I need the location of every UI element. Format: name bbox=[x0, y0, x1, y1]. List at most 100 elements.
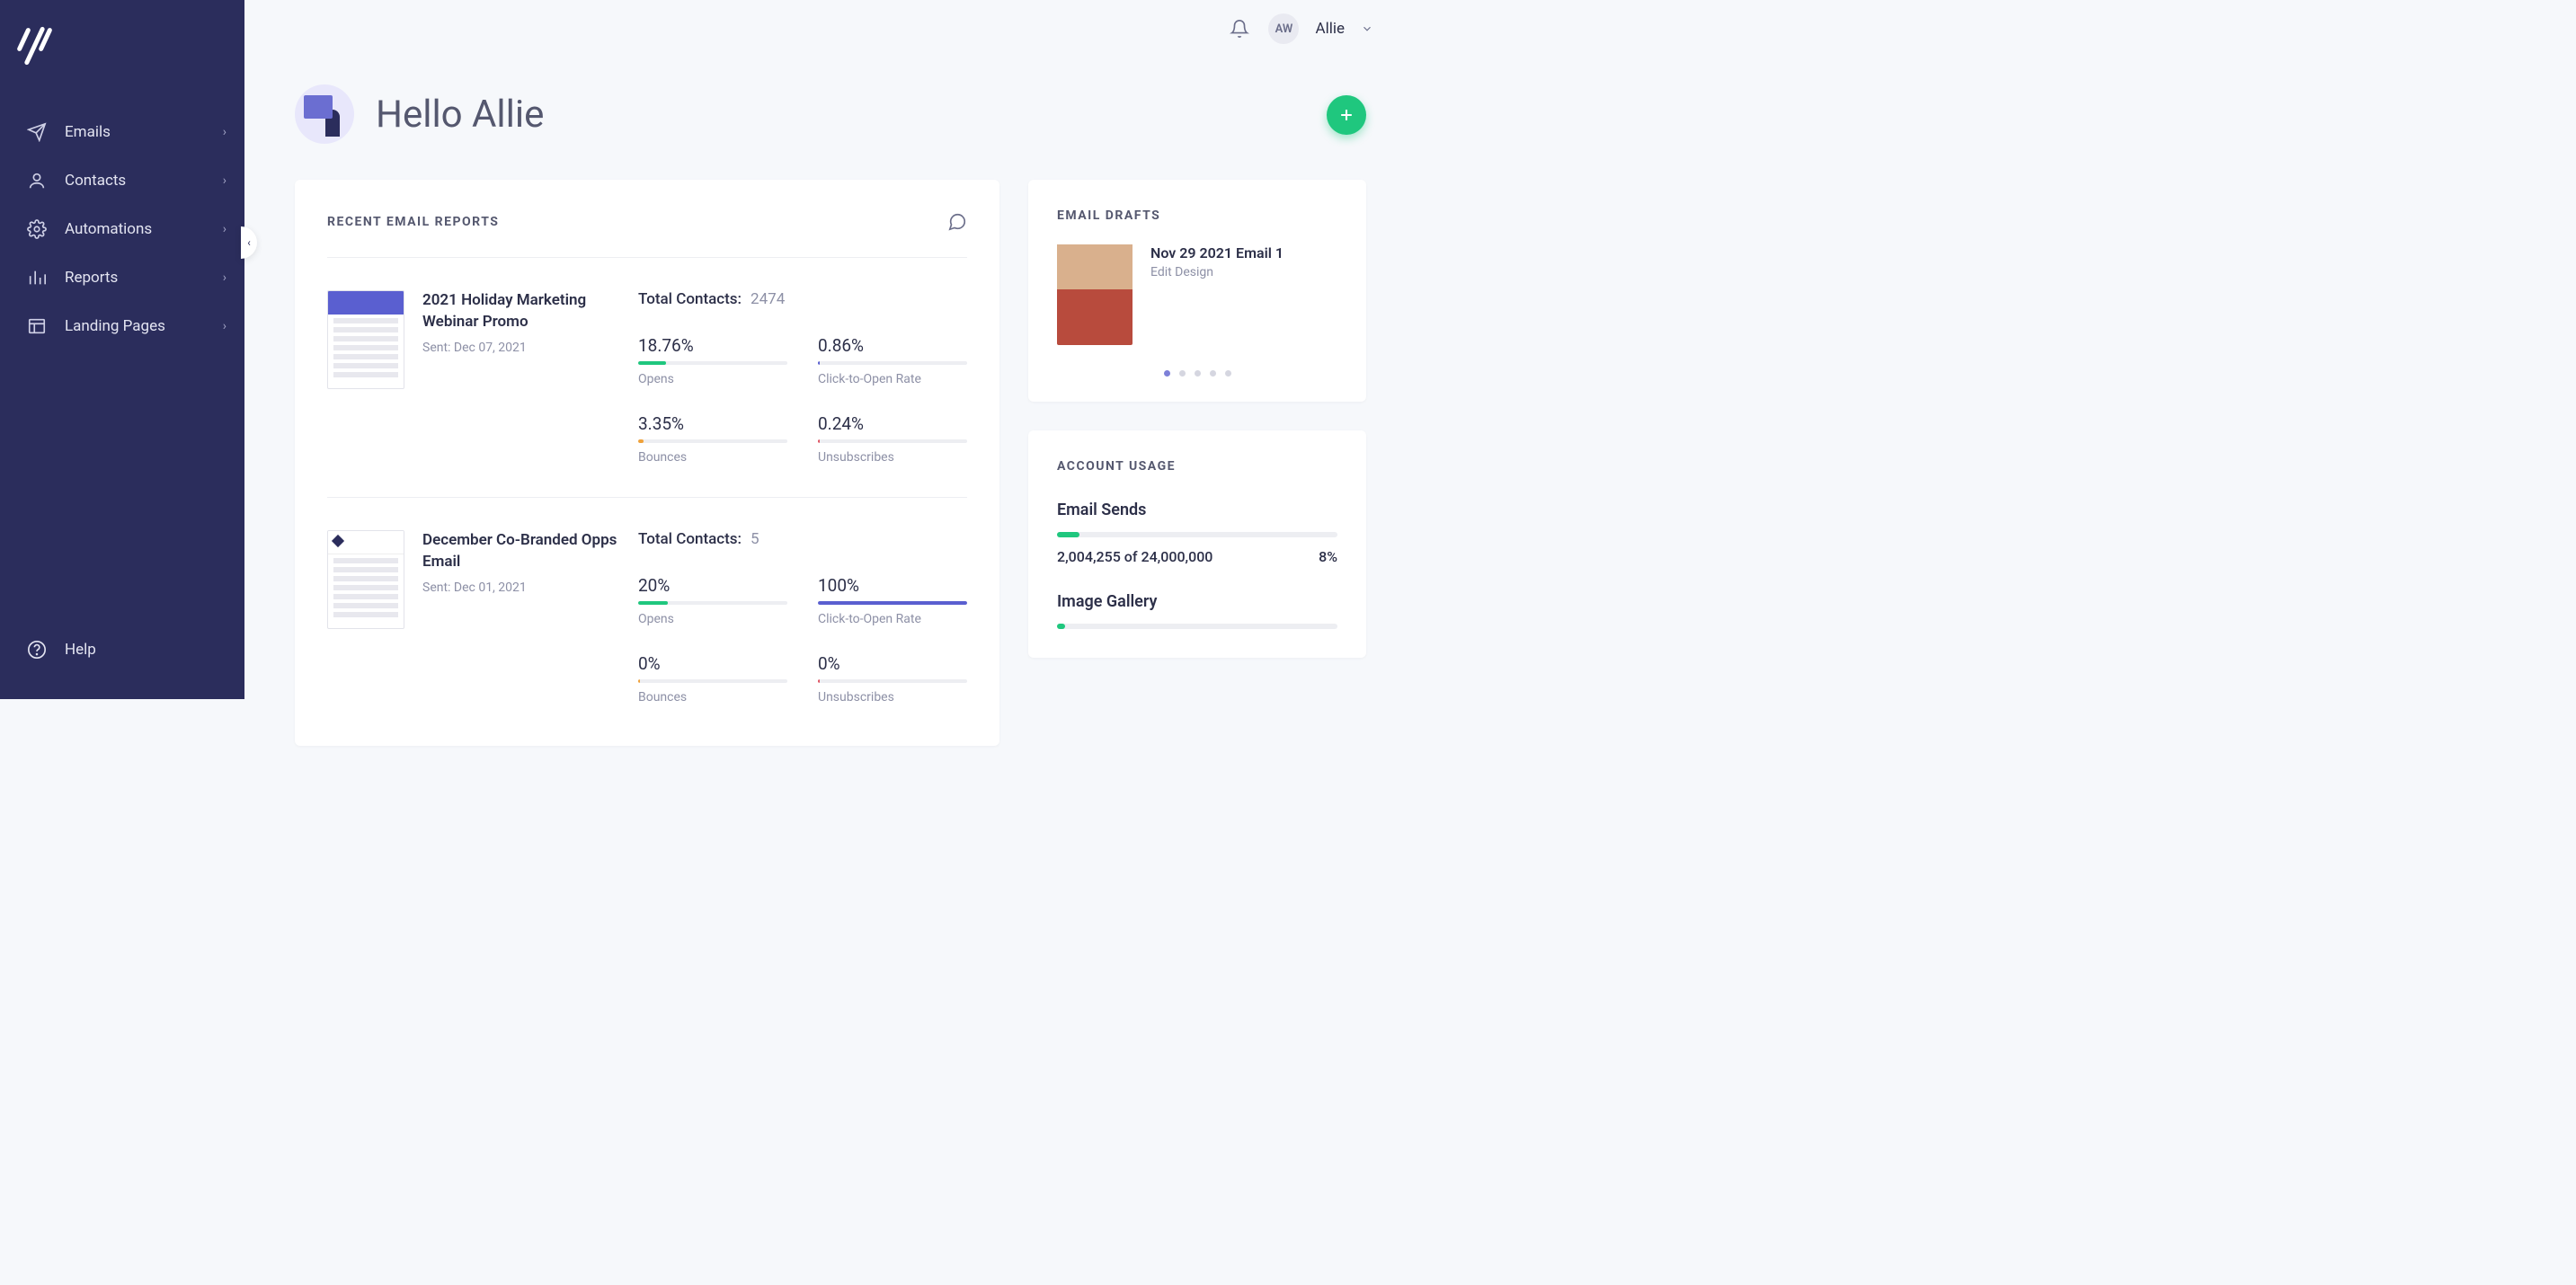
edit-design-link[interactable]: Edit Design bbox=[1150, 265, 1284, 279]
chevron-right-icon: › bbox=[223, 173, 227, 188]
carousel-dot[interactable] bbox=[1164, 370, 1170, 377]
stat-bar bbox=[638, 361, 787, 365]
stat-value: 0.86% bbox=[818, 335, 967, 356]
stat-opens: 20% Opens bbox=[638, 575, 787, 626]
stat-bar bbox=[818, 439, 967, 443]
user-menu-toggle[interactable] bbox=[1361, 22, 1373, 35]
carousel-dot[interactable] bbox=[1210, 370, 1216, 377]
help-icon bbox=[25, 638, 49, 661]
stat-ctor: 0.86% Click-to-Open Rate bbox=[818, 335, 967, 386]
avatar[interactable]: AW bbox=[1268, 13, 1299, 44]
stat-label: Opens bbox=[638, 372, 787, 386]
help-label: Help bbox=[65, 641, 96, 659]
stat-value: 0% bbox=[638, 653, 787, 674]
paper-plane-icon bbox=[25, 120, 49, 144]
sidebar: Emails › Contacts › Automations › Report… bbox=[0, 0, 244, 699]
topbar: AW Allie bbox=[244, 0, 1402, 58]
comment-icon[interactable] bbox=[947, 212, 967, 232]
stat-value: 3.35% bbox=[638, 413, 787, 434]
sidebar-item-label: Contacts bbox=[65, 172, 126, 190]
stat-value: 18.76% bbox=[638, 335, 787, 356]
logo-icon bbox=[22, 25, 58, 72]
main: Hello Allie RECENT EMAIL REPORTS 2021 Ho… bbox=[244, 58, 1402, 699]
account-usage-card: ACCOUNT USAGE Email Sends 2,004,255 of 2… bbox=[1028, 430, 1366, 658]
section-title: ACCOUNT USAGE bbox=[1057, 459, 1337, 474]
carousel-dot[interactable] bbox=[1195, 370, 1201, 377]
stat-unsubs: 0% Unsubscribes bbox=[818, 653, 967, 705]
sidebar-item-contacts[interactable]: Contacts › bbox=[0, 156, 244, 205]
nav: Emails › Contacts › Automations › Report… bbox=[0, 108, 244, 350]
contacts-value: 2474 bbox=[751, 290, 785, 308]
email-drafts-card: EMAIL DRAFTS Nov 29 2021 Email 1 Edit De… bbox=[1028, 180, 1366, 402]
section-title: RECENT EMAIL REPORTS bbox=[327, 215, 499, 229]
stat-bar bbox=[818, 361, 967, 365]
stat-label: Click-to-Open Rate bbox=[818, 372, 967, 386]
gear-icon bbox=[25, 217, 49, 241]
sidebar-item-label: Landing Pages bbox=[65, 317, 165, 335]
stat-label: Unsubscribes bbox=[818, 450, 967, 465]
person-icon bbox=[25, 169, 49, 192]
greeting-illustration bbox=[295, 84, 354, 144]
report-title[interactable]: 2021 Holiday Marketing Webinar Promo bbox=[422, 290, 620, 333]
contacts-value: 5 bbox=[751, 530, 759, 548]
report-row: December Co-Branded Opps Email Sent: Dec… bbox=[327, 497, 967, 737]
email-sends-pct: 8% bbox=[1319, 548, 1337, 565]
greeting-text: Hello Allie bbox=[376, 93, 544, 137]
sidebar-item-emails[interactable]: Emails › bbox=[0, 108, 244, 156]
usage-label: Image Gallery bbox=[1057, 592, 1337, 611]
report-title[interactable]: December Co-Branded Opps Email bbox=[422, 530, 620, 573]
stat-unsubs: 0.24% Unsubscribes bbox=[818, 413, 967, 465]
logo[interactable] bbox=[0, 0, 244, 108]
chevron-right-icon: › bbox=[223, 270, 227, 285]
sidebar-item-automations[interactable]: Automations › bbox=[0, 205, 244, 253]
report-sent-date: Sent: Dec 07, 2021 bbox=[422, 341, 620, 355]
email-thumbnail[interactable] bbox=[327, 290, 404, 389]
carousel-dot[interactable] bbox=[1179, 370, 1186, 377]
stat-label: Bounces bbox=[638, 450, 787, 465]
bar-chart-icon bbox=[25, 266, 49, 289]
stat-bounces: 3.35% Bounces bbox=[638, 413, 787, 465]
chevron-right-icon: › bbox=[223, 319, 227, 333]
stat-label: Unsubscribes bbox=[818, 690, 967, 705]
report-row: 2021 Holiday Marketing Webinar Promo Sen… bbox=[327, 257, 967, 497]
stat-ctor: 100% Click-to-Open Rate bbox=[818, 575, 967, 626]
carousel-dot[interactable] bbox=[1225, 370, 1231, 377]
stat-label: Opens bbox=[638, 612, 787, 626]
create-button[interactable] bbox=[1327, 95, 1366, 135]
stat-label: Bounces bbox=[638, 690, 787, 705]
stat-bar bbox=[638, 601, 787, 605]
notifications-button[interactable] bbox=[1227, 16, 1252, 41]
email-thumbnail[interactable] bbox=[327, 530, 404, 629]
report-sent-date: Sent: Dec 01, 2021 bbox=[422, 580, 620, 595]
stat-value: 100% bbox=[818, 575, 967, 596]
stat-bounces: 0% Bounces bbox=[638, 653, 787, 705]
user-name: Allie bbox=[1315, 20, 1345, 38]
sidebar-item-label: Reports bbox=[65, 269, 118, 287]
stat-value: 0% bbox=[818, 653, 967, 674]
stat-bar bbox=[638, 439, 787, 443]
layout-icon bbox=[25, 315, 49, 338]
stat-value: 20% bbox=[638, 575, 787, 596]
contacts-label: Total Contacts: bbox=[638, 530, 742, 548]
carousel-dots bbox=[1057, 370, 1337, 377]
sidebar-item-label: Emails bbox=[65, 123, 111, 141]
draft-thumbnail[interactable] bbox=[1057, 244, 1133, 345]
sidebar-item-reports[interactable]: Reports › bbox=[0, 253, 244, 302]
stat-bar bbox=[638, 679, 787, 683]
usage-label: Email Sends bbox=[1057, 501, 1337, 519]
chevron-right-icon: › bbox=[223, 125, 227, 139]
contacts-label: Total Contacts: bbox=[638, 290, 742, 308]
chevron-right-icon: › bbox=[223, 222, 227, 236]
stat-label: Click-to-Open Rate bbox=[818, 612, 967, 626]
sidebar-item-label: Automations bbox=[65, 220, 152, 238]
image-gallery-bar bbox=[1057, 624, 1337, 629]
email-sends-text: 2,004,255 of 24,000,000 bbox=[1057, 548, 1212, 565]
sidebar-item-landing-pages[interactable]: Landing Pages › bbox=[0, 302, 244, 350]
section-title: EMAIL DRAFTS bbox=[1057, 208, 1337, 223]
sidebar-item-help[interactable]: Help bbox=[0, 625, 244, 674]
stat-bar bbox=[818, 601, 967, 605]
stat-bar bbox=[818, 679, 967, 683]
stat-opens: 18.76% Opens bbox=[638, 335, 787, 386]
recent-reports-card: RECENT EMAIL REPORTS 2021 Holiday Market… bbox=[295, 180, 999, 746]
email-sends-bar bbox=[1057, 532, 1337, 537]
